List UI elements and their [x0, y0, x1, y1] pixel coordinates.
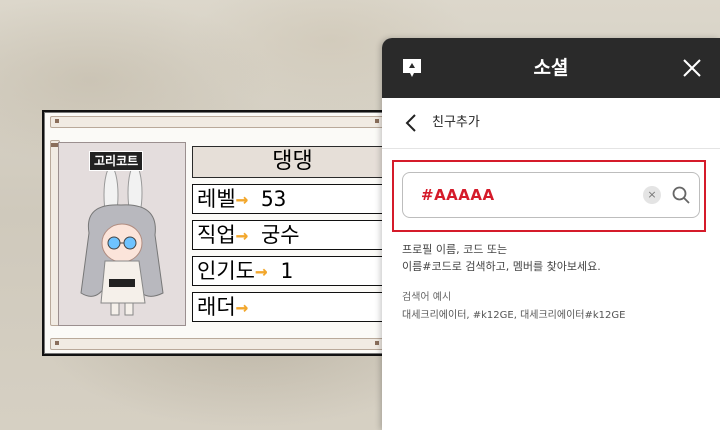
level-label: 레벨 — [197, 187, 236, 211]
search-help-text: 프로필 이름, 코드 또는 이름#코드로 검색하고, 멤버를 찾아보세요. — [402, 241, 601, 275]
arrow-icon: → — [235, 187, 249, 211]
card-top-rail — [50, 116, 384, 128]
add-friend-header: 친구추가 — [382, 98, 720, 149]
friend-search-input[interactable]: #AAAAA × — [402, 172, 700, 218]
job-row: 직업→ 궁수 — [192, 220, 392, 250]
character-portrait: 고리코트 — [58, 142, 186, 326]
arrow-icon: → — [235, 295, 249, 319]
job-label: 직업 — [197, 223, 236, 247]
help-line-2: 이름#코드로 검색하고, 멤버를 찾아보세요. — [402, 260, 601, 273]
card-bottom-rail — [50, 338, 384, 350]
character-name: 댕댕 — [192, 146, 392, 178]
ladder-label: 래더 — [197, 295, 236, 319]
close-icon[interactable] — [680, 56, 704, 80]
fame-label: 인기도 — [197, 259, 255, 283]
fame-value: 1 — [280, 259, 293, 283]
level-row: 레벨→ 53 — [192, 184, 392, 214]
character-card: 고리코트 댕댕 레벨→ 53 직업→ 궁수 인기도→ 1 래더→ — [42, 110, 392, 356]
character-info: 댕댕 레벨→ 53 직업→ 궁수 인기도→ 1 래더→ — [192, 146, 392, 328]
search-input-value[interactable]: #AAAAA — [421, 173, 495, 217]
ladder-row: 래더→ — [192, 292, 392, 322]
arrow-icon: → — [235, 223, 249, 247]
social-panel: 소셜 친구추가 #AAAAA × 프로필 이름, 코드 또는 이름#코드로 검색… — [382, 38, 720, 430]
add-friend-title: 친구추가 — [432, 115, 480, 130]
job-value: 궁수 — [260, 223, 300, 247]
panel-titlebar: 소셜 — [382, 38, 720, 98]
character-name-tag: 고리코트 — [89, 151, 144, 171]
example-value: 대세크리에이터, #k12GE, 대세크리에이터#k12GE — [402, 310, 626, 321]
panel-title: 소셜 — [533, 57, 569, 79]
chevron-left-icon[interactable] — [402, 112, 422, 134]
search-icon[interactable] — [671, 185, 691, 205]
level-value: 53 — [260, 187, 287, 211]
arrow-icon: → — [254, 259, 268, 283]
example-label: 검색어 예시 — [402, 292, 452, 303]
help-line-1: 프로필 이름, 코드 또는 — [402, 243, 508, 256]
clear-icon[interactable]: × — [643, 186, 661, 204]
fame-row: 인기도→ 1 — [192, 256, 392, 286]
